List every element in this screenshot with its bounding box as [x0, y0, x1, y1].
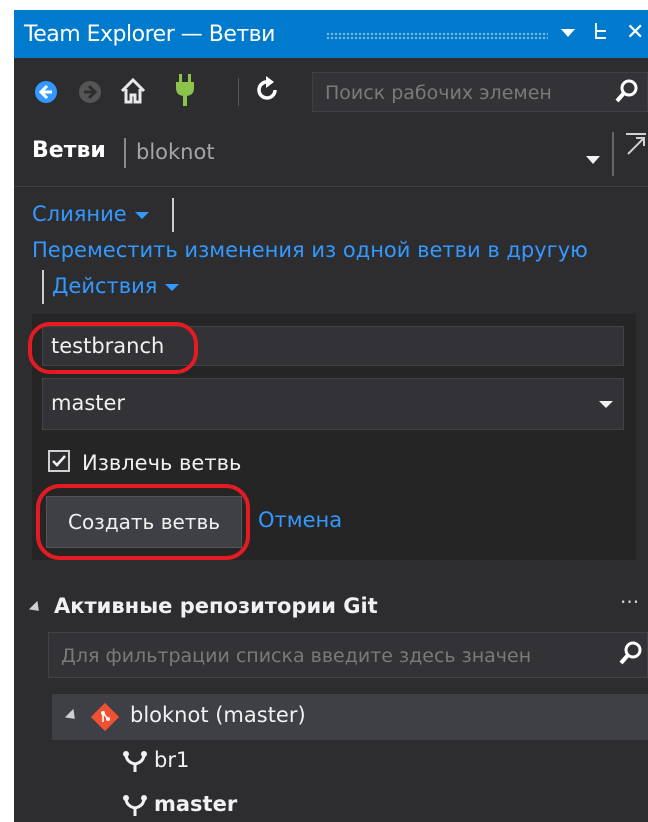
- page-header: Ветви bloknot: [14, 124, 648, 187]
- chevron-down-icon: [134, 211, 149, 219]
- page-title: Ветви: [32, 138, 106, 163]
- toolbar: [14, 58, 648, 124]
- window-title: Team Explorer — Ветви: [24, 22, 275, 47]
- highlight-oval: [36, 484, 250, 560]
- pin-icon[interactable]: ᖶ: [594, 20, 607, 46]
- branch-name: br1: [154, 748, 190, 772]
- back-icon[interactable]: [34, 80, 58, 108]
- move-changes-link[interactable]: Переместить изменения из одной ветви в д…: [32, 238, 588, 262]
- highlight-oval: [28, 322, 198, 374]
- merge-link[interactable]: Слияние: [32, 202, 149, 226]
- section-title: Активные репозитории Git: [54, 594, 378, 618]
- checkout-checkbox[interactable]: [48, 450, 70, 472]
- merge-label: Слияние: [32, 202, 127, 226]
- title-drag-grip[interactable]: [326, 32, 548, 40]
- more-icon[interactable]: ···: [620, 590, 639, 614]
- link-separator: [172, 198, 174, 232]
- search-icon[interactable]: [619, 641, 643, 671]
- branch-icon: [122, 794, 148, 822]
- close-icon[interactable]: ✕: [626, 20, 644, 46]
- repositories-section-header[interactable]: Активные репозитории Git ···: [14, 590, 648, 630]
- source-branch-value: master: [51, 391, 126, 415]
- source-branch-select[interactable]: master: [42, 378, 624, 430]
- title-bar: Team Explorer — Ветви ᖶ ✕: [14, 10, 648, 58]
- git-icon: [90, 702, 120, 736]
- checkout-label: Извлечь ветвь: [82, 451, 242, 475]
- expand-triangle-icon[interactable]: [64, 708, 80, 724]
- search-icon[interactable]: [615, 79, 639, 109]
- connect-icon[interactable]: [174, 74, 196, 110]
- branch-name-current: master: [154, 792, 238, 816]
- link-separator: [42, 270, 44, 304]
- collapse-up-icon[interactable]: [624, 132, 648, 162]
- cancel-link[interactable]: Отмена: [258, 508, 342, 532]
- branch-icon: [122, 750, 148, 779]
- work-items-search: [312, 72, 648, 112]
- chevron-down-icon[interactable]: [560, 20, 576, 46]
- repo-label: bloknot (master): [130, 703, 306, 727]
- header-divider: [124, 138, 126, 168]
- repo-name: bloknot: [136, 140, 215, 164]
- repo-filter-box: [48, 632, 648, 678]
- actions-label: Действия: [52, 274, 158, 298]
- work-items-search-input[interactable]: [323, 79, 607, 107]
- expand-triangle-icon[interactable]: [28, 600, 44, 616]
- header-divider-right: [612, 132, 614, 176]
- team-explorer-panel: Team Explorer — Ветви ᖶ ✕ Поиск рабочих …: [14, 10, 648, 822]
- home-icon[interactable]: [118, 76, 148, 110]
- toolbar-separator: [238, 78, 239, 106]
- chevron-down-icon: [165, 283, 180, 291]
- repo-filter-input[interactable]: [59, 641, 611, 671]
- repo-row[interactable]: bloknot (master): [52, 694, 648, 740]
- forward-icon[interactable]: [78, 80, 102, 108]
- actions-link[interactable]: Действия: [52, 274, 180, 298]
- page-dropdown-icon[interactable]: [586, 150, 600, 169]
- refresh-icon[interactable]: [254, 76, 280, 108]
- chevron-down-icon: [599, 401, 613, 408]
